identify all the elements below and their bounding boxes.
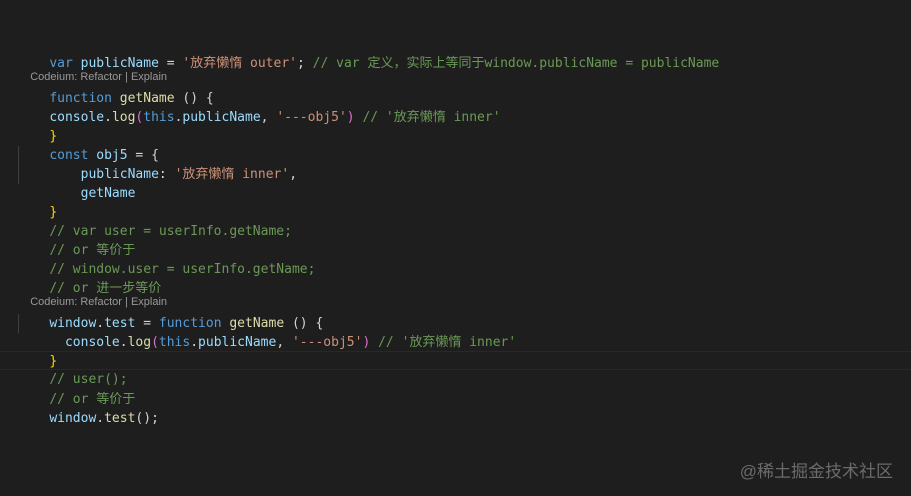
watermark: @稀土掘金技术社区 bbox=[739, 462, 893, 481]
code-line-1[interactable]: var publicName = '放弃懒惰 outer'; // var 定义… bbox=[18, 35, 719, 71]
code-line-4[interactable]: } bbox=[18, 108, 57, 144]
code-line-13[interactable]: window.test = function getName () { bbox=[18, 295, 323, 331]
operator: = bbox=[166, 56, 183, 71]
method-test: test bbox=[104, 411, 136, 426]
keyword-this: this bbox=[158, 335, 191, 350]
colon: : bbox=[158, 167, 175, 182]
dot: . bbox=[104, 110, 112, 125]
paren-open: ( bbox=[151, 335, 159, 350]
method-log: log bbox=[127, 335, 152, 350]
comma: , bbox=[260, 110, 277, 125]
dot: . bbox=[96, 411, 105, 426]
code-line-18[interactable]: window.test(); bbox=[18, 390, 159, 426]
code-line-5[interactable]: const obj5 = { bbox=[18, 127, 159, 163]
identifier-console: console bbox=[49, 110, 105, 125]
code-line-3[interactable]: console.log(this.publicName, '---obj5') … bbox=[18, 89, 500, 125]
code-line-6[interactable]: publicName: '放弃懒惰 inner', bbox=[18, 146, 297, 182]
dot: . bbox=[119, 335, 128, 350]
string-literal: '---obj5' bbox=[276, 110, 347, 125]
semicolon: ; bbox=[297, 56, 313, 71]
keyword-this: this bbox=[143, 110, 175, 125]
code-line-7[interactable]: getName bbox=[18, 165, 136, 201]
paren-close: ) bbox=[346, 110, 355, 125]
property: publicName bbox=[198, 335, 277, 350]
code-line-9[interactable]: // var user = userInfo.getName; bbox=[18, 203, 292, 239]
code-editor[interactable]: var publicName = '放弃懒惰 outer'; // var 定义… bbox=[0, 0, 911, 496]
comment: // '放弃懒惰 inner' bbox=[378, 335, 517, 350]
code-line-15[interactable]: } bbox=[18, 333, 57, 369]
code-line-2[interactable]: function getName () { bbox=[18, 70, 213, 106]
identifier-window: window bbox=[49, 411, 97, 426]
code-line-11[interactable]: // window.user = userInfo.getName; bbox=[18, 241, 315, 277]
code-line-12[interactable]: // or 进一步等价 bbox=[18, 260, 161, 296]
code-line-8[interactable]: } bbox=[18, 184, 57, 220]
codelens-1: Codeium: Refactor | Explain bbox=[18, 56, 167, 83]
code-line-16[interactable]: // user(); bbox=[18, 351, 127, 387]
property: publicName bbox=[182, 110, 261, 125]
property: getName bbox=[80, 186, 136, 201]
current-line-highlight bbox=[0, 351, 911, 370]
code-line-10[interactable]: // or 等价于 bbox=[18, 222, 135, 258]
identifier-console: console bbox=[64, 335, 120, 350]
comma: , bbox=[276, 335, 292, 350]
method-log: log bbox=[111, 110, 136, 125]
code-line-14[interactable]: console.log(this.publicName, '---obj5') … bbox=[18, 314, 516, 350]
comment: // '放弃懒惰 inner' bbox=[362, 110, 501, 125]
string-literal: '---obj5' bbox=[291, 335, 363, 350]
comment: // var 定义，实际上等同于window.publicName = publ… bbox=[312, 56, 720, 71]
call-parens: (); bbox=[135, 411, 159, 426]
code-line-17[interactable]: // or 等价于 bbox=[18, 371, 135, 407]
string-literal: '放弃懒惰 inner' bbox=[174, 167, 290, 182]
string-literal: '放弃懒惰 outer' bbox=[182, 56, 297, 71]
comma: , bbox=[289, 167, 298, 182]
codelens-2: Codeium: Refactor | Explain bbox=[18, 281, 167, 308]
dot: . bbox=[190, 335, 199, 350]
